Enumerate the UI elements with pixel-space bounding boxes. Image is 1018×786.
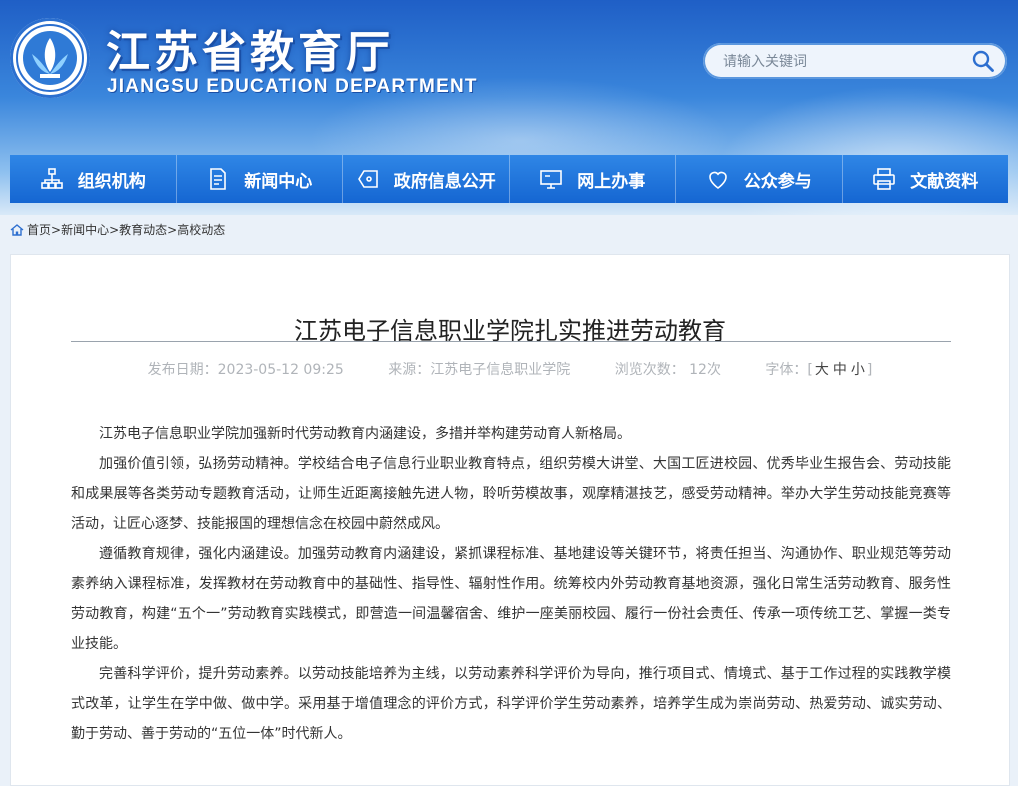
font-size-medium[interactable]: 中 <box>833 362 847 378</box>
nav-label-news: 新闻中心 <box>244 171 313 192</box>
article-paragraph: 加强价值引领，弘扬劳动精神。学校结合电子信息行业职业教育特点，组织劳模大讲堂、大… <box>71 456 951 532</box>
nav-item-gov-info[interactable]: 政府信息公开 <box>342 155 509 203</box>
font-size-control: 字体：[大中小] <box>765 362 872 378</box>
search-input[interactable] <box>721 50 965 74</box>
breadcrumb-separator: > <box>51 222 62 237</box>
view-count: 浏览次数： 12次 <box>614 362 721 378</box>
article-source: 来源：江苏电子信息职业学院 <box>388 362 571 378</box>
heart-icon <box>708 171 727 189</box>
article-meta: 发布日期：2023-05-12 09:25 来源：江苏电子信息职业学院 浏览次数… <box>11 359 1009 379</box>
nav-item-online-service[interactable]: 网上办事 <box>508 155 676 203</box>
article-body: 江苏电子信息职业学院加强新时代劳动教育内涵建设，多措并举构建劳动育人新格局。 加… <box>71 419 951 749</box>
article-paragraph: 江苏电子信息职业学院加强新时代劳动教育内涵建设，多措并举构建劳动育人新格局。 <box>99 426 631 442</box>
font-bracket-open: [ <box>807 362 813 378</box>
emblem-icon <box>16 24 84 92</box>
font-size-label: 字体： <box>765 362 808 378</box>
nav-item-public-participation[interactable]: 公众参与 <box>675 155 842 203</box>
breadcrumb: 首页 > 新闻中心 > 教育动态 > 高校动态 <box>10 221 225 238</box>
monitor-icon <box>540 170 563 189</box>
breadcrumb-education-news[interactable]: 教育动态 <box>119 221 167 238</box>
publish-date: 发布日期：2023-05-12 09:25 <box>147 362 344 378</box>
main-nav: 组织机构 新闻中心 政府信息公开 网上办事 公众参与 文献资料 <box>10 155 1008 203</box>
tag-icon <box>357 170 378 188</box>
site-logo[interactable] <box>10 18 90 98</box>
breadcrumb-news-center[interactable]: 新闻中心 <box>61 221 109 238</box>
font-size-large[interactable]: 大 <box>815 362 829 378</box>
search-box[interactable] <box>703 43 1007 79</box>
title-divider <box>71 341 951 342</box>
nav-label-public-participation: 公众参与 <box>743 171 812 192</box>
nav-label-online-service: 网上办事 <box>577 171 646 192</box>
article-panel: 江苏电子信息职业学院扎实推进劳动教育 发布日期：2023-05-12 09:25… <box>10 254 1010 786</box>
home-icon <box>10 223 24 236</box>
article-paragraph: 完善科学评价，提升劳动素养。以劳动技能培养为主线，以劳动素养科学评价为导向，推行… <box>71 666 951 742</box>
nav-label-gov-info: 政府信息公开 <box>393 171 496 192</box>
breadcrumb-separator: > <box>109 222 120 237</box>
breadcrumb-home[interactable]: 首页 <box>27 221 51 238</box>
breadcrumb-university-news[interactable]: 高校动态 <box>177 221 225 238</box>
nav-item-organization[interactable]: 组织机构 <box>10 155 176 203</box>
org-chart-icon <box>40 168 63 189</box>
printer-icon <box>873 168 896 190</box>
article-paragraph: 遵循教育规律，强化内涵建设。加强劳动教育内涵建设，紧抓课程标准、基地建设等关键环… <box>71 546 951 652</box>
nav-item-documents[interactable]: 文献资料 <box>841 155 1009 203</box>
font-size-small[interactable]: 小 <box>851 362 865 378</box>
nav-label-organization: 组织机构 <box>77 171 146 192</box>
nav-label-documents: 文献资料 <box>910 171 979 192</box>
site-subtitle: JIANGSU EDUCATION DEPARTMENT <box>107 76 478 97</box>
document-icon <box>210 168 227 190</box>
font-bracket-close: ] <box>866 362 873 378</box>
site-title: 江苏省教育厅 <box>106 27 394 78</box>
breadcrumb-separator: > <box>167 222 178 237</box>
search-icon[interactable] <box>971 49 995 73</box>
nav-item-news[interactable]: 新闻中心 <box>175 155 343 203</box>
